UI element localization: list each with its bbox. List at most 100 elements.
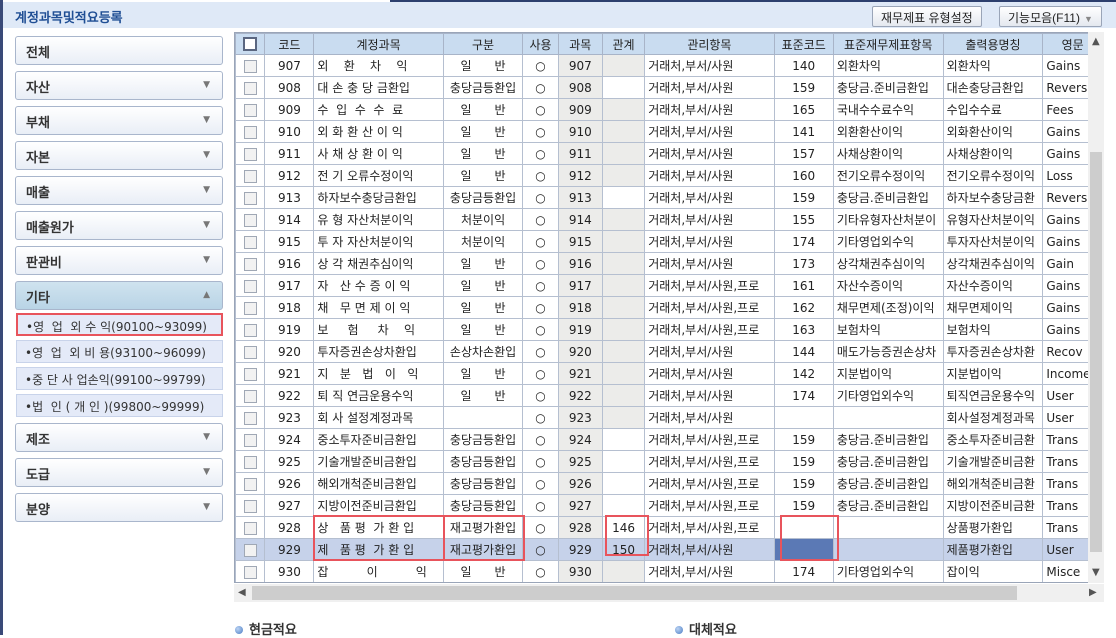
cell-name[interactable]: 수 입 수 수 료 [313,98,444,121]
cell-subj[interactable]: 909 [557,98,603,121]
cell-subj[interactable]: 922 [557,384,603,407]
cell-subj[interactable]: 926 [557,472,603,495]
row-checkbox[interactable] [243,455,257,469]
cell-code[interactable]: 927 [264,494,315,517]
cell-code[interactable]: 928 [264,516,315,539]
cell-out[interactable]: 유형자산처분이익 [942,208,1044,231]
sidebar-group-1[interactable]: 자산 ▼ [15,71,223,100]
cell-out[interactable]: 외화환산이익 [942,120,1044,143]
cell-stdname[interactable]: 기타영업외수익 [832,384,944,407]
cell-use[interactable]: ○ [522,76,559,99]
cell-stdname[interactable]: 충당금.준비금환입 [832,450,944,473]
functions-menu-button[interactable]: 기능모음(F11) ▼ [999,6,1102,27]
sidebar-group-6[interactable]: 판관비 ▼ [15,246,223,275]
cell-mgmt[interactable]: 거래처,부서/사원 [644,560,775,582]
cell-use[interactable]: ○ [522,142,559,165]
cell-std[interactable]: 173 [773,252,834,275]
cell-use[interactable]: ○ [522,296,559,319]
cell-use[interactable]: ○ [522,560,559,582]
column-header-7[interactable]: 관리항목 [644,33,775,55]
table-row[interactable]: 928 상 품 평 가 환 입 재고평가환입 ○ 928 146 거래처,부서/사원,프로 상… [235,516,1103,539]
sidebar-group-7[interactable]: 기타 ▲ [15,281,223,310]
cell-mgmt[interactable]: 거래처,부서/사원 [644,252,775,275]
cell-subj[interactable]: 916 [557,252,603,275]
row-checkbox[interactable] [243,257,257,271]
cell-name[interactable]: 회 사 설정계정과목 [313,406,444,429]
table-row[interactable]: 925 기술개발준비금환입 충당금등환입 ○ 925 거래처,부서/사원,프로 159 충당금… [235,450,1103,473]
cell-subj[interactable]: 907 [557,54,603,77]
cell-use[interactable]: ○ [522,516,559,539]
cell-out[interactable]: 회사설정계정과목 [942,406,1044,429]
row-checkbox-cell[interactable] [235,340,266,363]
cell-std[interactable]: 162 [773,296,834,319]
cell-mgmt[interactable]: 거래처,부서/사원 [644,406,775,429]
cell-std[interactable]: 163 [773,318,834,341]
column-header-2[interactable]: 계정과목 [313,33,444,55]
cell-stdname[interactable] [832,406,944,429]
cell-code[interactable]: 920 [264,340,315,363]
cell-out[interactable]: 퇴직연금운용수익 [942,384,1044,407]
cell-subj[interactable]: 915 [557,230,603,253]
cell-stdname[interactable]: 외환차익 [832,54,944,77]
sidebar-group-0[interactable]: 전체 [15,36,223,65]
cell-type[interactable]: 손상차손환입 [442,340,524,363]
cell-mgmt[interactable]: 거래처,부서/사원 [644,230,775,253]
cell-code[interactable]: 917 [264,274,315,297]
row-checkbox[interactable] [243,103,257,117]
sidebar-group-10[interactable]: 분양 ▼ [15,493,223,522]
cell-mgmt[interactable]: 거래처,부서/사원,프로 [644,274,775,297]
table-row[interactable]: 916 상 각 채권추심이익 일 반 ○ 916 거래처,부서/사원 173 상각채권추심이익… [235,252,1103,275]
cell-std[interactable]: 174 [773,560,834,582]
cell-subj[interactable]: 918 [557,296,603,319]
cell-code[interactable]: 911 [264,142,315,165]
row-checkbox[interactable] [243,213,257,227]
cell-type[interactable]: 충당금등환입 [442,186,524,209]
cell-type[interactable]: 일 반 [442,362,524,385]
row-checkbox-cell[interactable] [235,252,266,275]
table-row[interactable]: 920 투자증권손상차환입 손상차손환입 ○ 920 거래처,부서/사원 144 매도가능증권… [235,340,1103,363]
cell-stdname[interactable]: 충당금.준비금환입 [832,494,944,517]
cell-rel[interactable] [601,472,646,495]
cell-subj[interactable]: 914 [557,208,603,231]
table-row[interactable]: 919 보 험 차 익일 반 ○ 919 거래처,부서/사원,프로 163 보험차익 보험차익… [235,318,1103,341]
cell-rel[interactable] [601,318,646,341]
cell-code[interactable]: 929 [264,538,315,561]
cell-subj[interactable]: 919 [557,318,603,341]
cell-type[interactable]: 일 반 [442,296,524,319]
cell-out[interactable]: 중소투자준비금환 [942,428,1044,451]
cell-mgmt[interactable]: 거래처,부서/사원 [644,164,775,187]
cell-out[interactable]: 상품평가환입 [942,516,1044,539]
row-checkbox-cell[interactable] [235,208,266,231]
cell-code[interactable]: 907 [264,54,315,77]
cell-use[interactable]: ○ [522,208,559,231]
cell-use[interactable]: ○ [522,120,559,143]
sidebar-group-4[interactable]: 매출 ▼ [15,176,223,205]
cell-subj[interactable]: 917 [557,274,603,297]
cell-code[interactable]: 916 [264,252,315,275]
cell-stdname[interactable]: 기타영업외수익 [832,560,944,582]
column-header-5[interactable]: 과목 [557,33,603,55]
row-checkbox-cell[interactable] [235,296,266,319]
sidebar-group-8[interactable]: 제조 ▼ [15,423,223,452]
row-checkbox-cell[interactable] [235,450,266,473]
cell-stdname[interactable]: 외환환산이익 [832,120,944,143]
row-checkbox-cell[interactable] [235,274,266,297]
cell-name[interactable]: 유 형 자산처분이익 [313,208,444,231]
cell-stdname[interactable]: 보험차익 [832,318,944,341]
sidebar-group-3[interactable]: 자본 ▼ [15,141,223,170]
cell-mgmt[interactable]: 거래처,부서/사원 [644,362,775,385]
cell-stdname[interactable]: 충당금.준비금환입 [832,76,944,99]
cell-name[interactable]: 사 채 상 환 이 익 [313,142,444,165]
column-header-0[interactable] [235,33,266,55]
cell-use[interactable]: ○ [522,494,559,517]
cell-stdname[interactable]: 기타유형자산처분이 [832,208,944,231]
cell-subj[interactable]: 928 [557,516,603,539]
table-row[interactable]: 910 외 화 환 산 이 익일 반 ○ 910 거래처,부서/사원 141 외환환산이익 외… [235,120,1103,143]
row-checkbox-cell[interactable] [235,428,266,451]
table-row[interactable]: 907 외 환 차 익일 반 ○ 907 거래처,부서/사원 140 외환차익 외환차익 Gai… [235,54,1103,77]
table-row[interactable]: 912 전 기 오류수정이익 일 반 ○ 912 거래처,부서/사원 160 전기오류수정이익… [235,164,1103,187]
row-checkbox[interactable] [243,81,257,95]
cell-code[interactable]: 921 [264,362,315,385]
cell-rel[interactable] [601,252,646,275]
cell-std[interactable]: 159 [773,186,834,209]
